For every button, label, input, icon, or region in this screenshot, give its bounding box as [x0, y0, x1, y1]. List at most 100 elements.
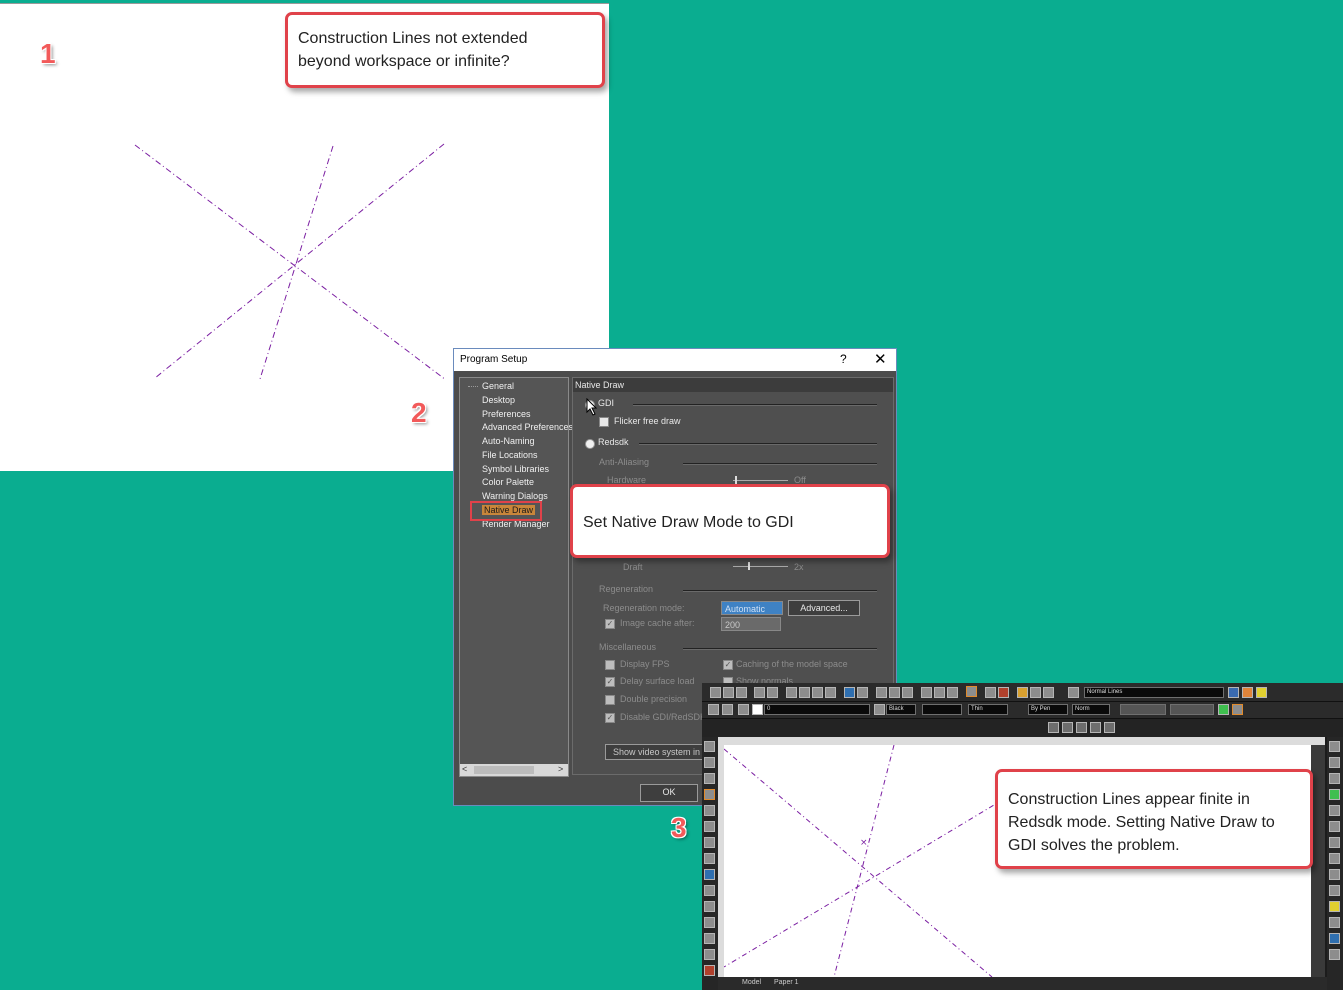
- scroll-right-icon[interactable]: >: [558, 764, 563, 774]
- y-coordinate-field[interactable]: [1170, 704, 1214, 715]
- view-shade-icon[interactable]: [1104, 722, 1115, 733]
- color-select[interactable]: Black: [886, 704, 916, 715]
- transform-tool-icon[interactable]: [704, 933, 715, 944]
- circle-tool-icon[interactable]: [704, 821, 715, 832]
- panel-icon[interactable]: [1329, 853, 1340, 864]
- tree-item-file-locations[interactable]: File Locations: [482, 450, 538, 460]
- view-iso-icon[interactable]: [1090, 722, 1101, 733]
- panel-icon[interactable]: [1329, 885, 1340, 896]
- tree-item-color-palette[interactable]: Color Palette: [482, 477, 534, 487]
- 3d-tool-icon[interactable]: [704, 949, 715, 960]
- highlight-icon[interactable]: [1256, 687, 1267, 698]
- panel-icon[interactable]: [1329, 933, 1340, 944]
- line-tool-icon[interactable]: [704, 773, 715, 784]
- vertical-scrollbar[interactable]: [1311, 745, 1325, 977]
- color-tool-icon[interactable]: [704, 965, 715, 976]
- node-tool-icon[interactable]: [704, 757, 715, 768]
- zoom-out-icon[interactable]: [889, 687, 900, 698]
- folder-icon[interactable]: [1017, 687, 1028, 698]
- rectangle-tool-icon[interactable]: [704, 837, 715, 848]
- zoom-window-icon[interactable]: [902, 687, 913, 698]
- image-cache-checkbox[interactable]: ✓: [605, 619, 615, 629]
- symbol-tool-icon[interactable]: [704, 901, 715, 912]
- layer-select[interactable]: 0: [764, 704, 870, 715]
- disable-gdi-checkbox[interactable]: ✓: [605, 713, 615, 723]
- line-scale-select[interactable]: By Pen: [1028, 704, 1068, 715]
- view-right-icon[interactable]: [1076, 722, 1087, 733]
- tree-horizontal-scrollbar[interactable]: < >: [460, 764, 568, 776]
- library-icon[interactable]: [1030, 687, 1041, 698]
- panel-icon[interactable]: [1329, 837, 1340, 848]
- paste-icon[interactable]: [812, 687, 823, 698]
- select-tool-icon[interactable]: [704, 741, 715, 752]
- image-cache-input[interactable]: 200: [721, 617, 781, 631]
- tree-item-desktop[interactable]: Desktop: [482, 395, 515, 405]
- new-file-icon[interactable]: [710, 687, 721, 698]
- view-front-icon[interactable]: [1062, 722, 1073, 733]
- checkmark-icon[interactable]: [1218, 704, 1229, 715]
- edit-tool-icon[interactable]: [704, 917, 715, 928]
- render-icon[interactable]: [947, 687, 958, 698]
- arc-tool-icon[interactable]: [704, 805, 715, 816]
- view-top-icon[interactable]: [1048, 722, 1059, 733]
- fill-tool-icon[interactable]: [704, 869, 715, 880]
- panel-icon[interactable]: [1329, 949, 1340, 960]
- hardware-slider-thumb[interactable]: [735, 476, 737, 484]
- tree-item-auto-naming[interactable]: Auto-Naming: [482, 436, 535, 446]
- open-file-icon[interactable]: [723, 687, 734, 698]
- panel-icon[interactable]: [1329, 741, 1340, 752]
- construction-line-tool-icon[interactable]: [704, 789, 715, 800]
- tree-item-symbol-libraries[interactable]: Symbol Libraries: [482, 464, 549, 474]
- copy-icon[interactable]: [799, 687, 810, 698]
- tree-item-preferences[interactable]: Preferences: [482, 409, 531, 419]
- tab-paper-1[interactable]: Paper 1: [774, 979, 799, 986]
- redsdk-radio[interactable]: [585, 439, 595, 449]
- tree-item-general[interactable]: General: [482, 381, 514, 391]
- dimension-tool-icon[interactable]: [704, 885, 715, 896]
- pan-icon[interactable]: [921, 687, 932, 698]
- print-preview-icon[interactable]: [767, 687, 778, 698]
- caching-checkbox[interactable]: ✓: [723, 660, 733, 670]
- tab-model[interactable]: Model: [742, 979, 761, 986]
- display-fps-checkbox[interactable]: [605, 660, 615, 670]
- panel-icon[interactable]: [1329, 901, 1340, 912]
- line-weight-select[interactable]: Thin: [968, 704, 1008, 715]
- dash-style-select[interactable]: Norm: [1072, 704, 1110, 715]
- paste-special-icon[interactable]: [825, 687, 836, 698]
- layers-icon[interactable]: [1043, 687, 1054, 698]
- scroll-thumb[interactable]: [474, 766, 534, 774]
- save-icon[interactable]: [736, 687, 747, 698]
- print-icon[interactable]: [754, 687, 765, 698]
- flicker-free-checkbox[interactable]: [599, 417, 609, 427]
- close-icon[interactable]: ✕: [874, 350, 887, 368]
- hardware-slider[interactable]: [733, 480, 788, 481]
- help-icon[interactable]: ?: [840, 352, 847, 366]
- panel-icon[interactable]: [1329, 757, 1340, 768]
- panel-icon[interactable]: [1329, 917, 1340, 928]
- draft-slider-thumb[interactable]: [748, 562, 750, 570]
- x-coordinate-field[interactable]: [1120, 704, 1166, 715]
- panel-icon[interactable]: [1329, 869, 1340, 880]
- grid-icon[interactable]: [966, 686, 977, 697]
- line-style-select[interactable]: Normal Lines: [1084, 687, 1224, 698]
- tree-item-warning-dialogs[interactable]: Warning Dialogs: [482, 491, 548, 501]
- paint-icon[interactable]: [1242, 687, 1253, 698]
- fill-select[interactable]: [922, 704, 962, 715]
- delay-surface-checkbox[interactable]: ✓: [605, 677, 615, 687]
- undo-icon[interactable]: [844, 687, 855, 698]
- regen-mode-select[interactable]: Automatic: [721, 601, 783, 615]
- double-precision-checkbox[interactable]: [605, 695, 615, 705]
- panel-icon[interactable]: [1329, 789, 1340, 800]
- zoom-extents-icon[interactable]: [934, 687, 945, 698]
- pointer-tool-icon[interactable]: [1228, 687, 1239, 698]
- redo-icon[interactable]: [857, 687, 868, 698]
- measure-icon[interactable]: [985, 687, 996, 698]
- show-video-system-button[interactable]: Show video system in: [605, 744, 705, 760]
- zoom-in-icon[interactable]: [876, 687, 887, 698]
- panel-icon[interactable]: [1329, 805, 1340, 816]
- scroll-left-icon[interactable]: <: [462, 764, 467, 774]
- panel-icon[interactable]: [1329, 821, 1340, 832]
- cut-icon[interactable]: [786, 687, 797, 698]
- style-icon[interactable]: [1068, 687, 1079, 698]
- draft-slider[interactable]: [733, 566, 788, 567]
